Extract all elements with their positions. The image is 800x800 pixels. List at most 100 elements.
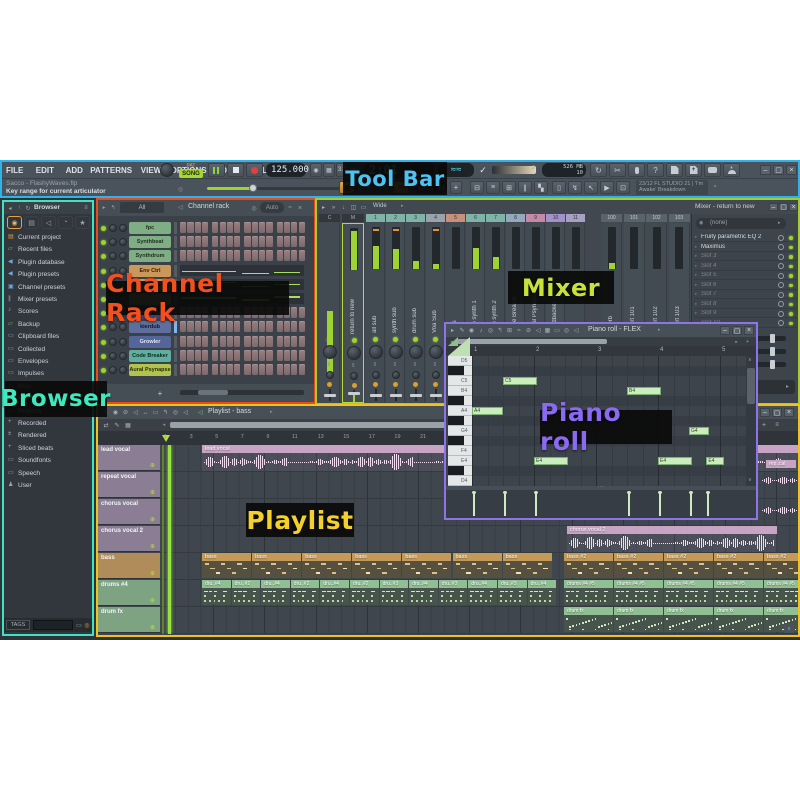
step-cell[interactable]	[212, 336, 218, 347]
piano-key[interactable]	[448, 436, 472, 446]
preview-icon[interactable]: ◁	[534, 326, 543, 335]
step-cell[interactable]	[180, 336, 186, 347]
strip-fader-handle[interactable]	[410, 394, 422, 397]
playlist-track-header[interactable]: drum fx⊕	[98, 607, 160, 633]
channel-name-button[interactable]: Code Breaker	[129, 350, 171, 362]
step-cell[interactable]	[244, 350, 250, 361]
tags-label[interactable]: TAGS	[6, 620, 30, 630]
menu-item-add[interactable]: ADD	[66, 164, 88, 176]
clip-header[interactable]: drums #4 #5	[714, 580, 763, 588]
channel-enable-led[interactable]	[101, 240, 106, 245]
browser-item[interactable]: ∥Mixer presets	[4, 294, 92, 306]
clip-header[interactable]: dru..#2	[232, 580, 261, 588]
step-cell[interactable]	[277, 236, 283, 247]
step-cell[interactable]	[259, 236, 265, 247]
browser-item[interactable]: ▤Current project	[4, 232, 92, 244]
mixer-track-tab[interactable]: 8	[506, 214, 525, 222]
step-cell[interactable]	[202, 336, 208, 347]
fx-slot[interactable]: ▸Maximus	[694, 243, 797, 252]
fx-slot[interactable]: ▸Slot 7	[694, 290, 797, 299]
step-cell[interactable]	[299, 307, 305, 318]
browser-item[interactable]: ▭Envelopes	[4, 356, 92, 368]
mixer-track-tab[interactable]: C	[319, 214, 340, 222]
maximize-button[interactable]: ▢	[773, 165, 784, 175]
volume-handle[interactable]	[249, 184, 257, 192]
strip-main-knob[interactable]	[323, 345, 337, 359]
step-cell[interactable]	[259, 364, 265, 375]
step-cell[interactable]	[284, 236, 290, 247]
strip-pan-knob[interactable]	[372, 371, 380, 379]
fx-slot[interactable]: ▸Slot 3	[694, 252, 797, 261]
step-cell[interactable]	[291, 321, 297, 332]
step-cell[interactable]	[266, 350, 272, 361]
mute-icon[interactable]: ⊘	[121, 408, 130, 417]
pencil-icon[interactable]: ✎	[458, 326, 467, 335]
clip-header[interactable]: dru..#3	[498, 580, 527, 588]
record-button[interactable]	[246, 163, 263, 177]
step-cell[interactable]	[252, 364, 258, 375]
save-icon[interactable]	[666, 163, 683, 177]
magnet-icon[interactable]: ◉	[467, 326, 476, 335]
fx-slot-mix-knob[interactable]	[778, 273, 784, 279]
stamp-icon[interactable]: ⊞	[505, 326, 514, 335]
strip-pan-knob[interactable]	[432, 371, 440, 379]
layout-icon[interactable]: ▭	[359, 203, 368, 212]
step-cell[interactable]	[220, 236, 226, 247]
tempo-display[interactable]: 125.000	[266, 163, 306, 177]
browser-menu-icon[interactable]: ≡	[82, 204, 90, 212]
channel-pan-knob[interactable]	[109, 252, 117, 260]
fx-send-handle[interactable]	[770, 334, 775, 343]
step-cell[interactable]	[252, 350, 258, 361]
mixer-track-tab[interactable]: 7	[486, 214, 505, 222]
note-icon[interactable]: ♪	[477, 326, 486, 335]
list-icon[interactable]: ≡	[486, 181, 500, 194]
swap-icon[interactable]: ↔	[141, 408, 150, 417]
pointer-icon[interactable]: ↖	[584, 181, 598, 194]
step-cell[interactable]	[244, 236, 250, 247]
channel-pan-knob[interactable]	[109, 338, 117, 346]
clip-header[interactable]: drum fx	[764, 607, 798, 615]
plugin-icon[interactable]: ↯	[568, 181, 582, 194]
undo-icon[interactable]: ↰	[109, 204, 117, 212]
browser-item[interactable]: ▭Collected	[4, 344, 92, 356]
step-cell[interactable]	[277, 336, 283, 347]
step-cell[interactable]	[277, 350, 283, 361]
fx-slot-mix-knob[interactable]	[778, 320, 784, 326]
step-cell[interactable]	[259, 250, 265, 261]
playlist-add-button[interactable]: +	[759, 420, 769, 430]
strip-main-knob[interactable]	[369, 345, 383, 359]
piano-note[interactable]: E4	[658, 457, 692, 465]
auto-button[interactable]: Auto	[260, 202, 284, 213]
step-cell[interactable]	[277, 250, 283, 261]
step-cell[interactable]	[227, 350, 233, 361]
piano-key[interactable]	[448, 466, 472, 476]
piano-note[interactable]: A4	[472, 407, 503, 415]
playlist-track-header[interactable]: drums #4⊕	[98, 580, 160, 606]
mixer-track-tab[interactable]: 9	[526, 214, 545, 222]
step-cell[interactable]	[291, 236, 297, 247]
step-cell[interactable]	[266, 222, 272, 233]
step-cell[interactable]	[277, 222, 283, 233]
mixer-track-tab[interactable]: 3	[406, 214, 425, 222]
channel-name-button[interactable]: Synthbeat	[129, 236, 171, 248]
step-cell[interactable]	[180, 222, 186, 233]
split-icon[interactable]: ◫	[349, 203, 358, 212]
step-cell[interactable]	[284, 222, 290, 233]
step-cell[interactable]	[284, 350, 290, 361]
step-cell[interactable]	[277, 364, 283, 375]
link-icon[interactable]: ↓	[339, 203, 348, 212]
piano-key-b4[interactable]: B4	[448, 386, 472, 396]
step-cell[interactable]	[266, 336, 272, 347]
clip-header[interactable]: bass	[453, 553, 502, 561]
playlist-maximize-button[interactable]: ▢	[772, 408, 782, 417]
clip-header[interactable]: dru..#4	[409, 580, 438, 588]
browser-item[interactable]: ♟User	[4, 480, 92, 492]
channel-volume-knob[interactable]	[119, 352, 127, 360]
clip-header[interactable]: dru..#3	[380, 580, 409, 588]
step-cell[interactable]	[244, 222, 250, 233]
channel-pan-knob[interactable]	[109, 352, 117, 360]
channel-name-button[interactable]: Synthdrum	[129, 250, 171, 262]
step-cell[interactable]	[227, 364, 233, 375]
clip-header[interactable]: dru..#4	[202, 580, 231, 588]
step-cell[interactable]	[234, 350, 240, 361]
